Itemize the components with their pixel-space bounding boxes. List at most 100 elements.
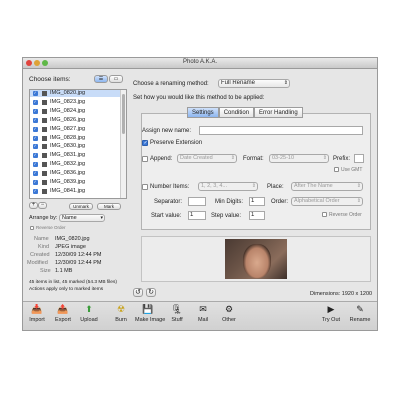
preserve-extension-checkbox[interactable] — [142, 140, 148, 146]
file-list[interactable]: IMG_0820.jpg IMG_0823.jpg IMG_0824.jpg IMG_… — [29, 89, 127, 199]
mark-checkbox[interactable] — [33, 90, 38, 96]
min-digits-label: Min Digits: — [215, 199, 244, 205]
window-title: Photo A.K.A. — [182, 59, 218, 65]
list-item[interactable]: IMG_0832.jpg — [30, 161, 126, 168]
min-digits-input[interactable]: 1 — [249, 197, 265, 206]
list-item[interactable]: IMG_0824.jpg — [30, 108, 126, 115]
list-item[interactable]: IMG_0823.jpg — [30, 99, 126, 106]
make-image-button[interactable]: 💾 Make Image — [135, 304, 165, 323]
mark-checkbox[interactable] — [33, 161, 38, 168]
prefix-label: Prefix: — [333, 156, 351, 162]
title-bar: Photo A.K.A. — [23, 58, 377, 69]
step-value-input[interactable]: 1 — [249, 211, 265, 220]
export-button[interactable]: 📤 Export — [50, 304, 76, 323]
number-items-checkbox[interactable] — [142, 184, 148, 190]
mark-checkbox[interactable] — [33, 170, 38, 177]
rotate-left-button[interactable]: ↺ — [133, 288, 143, 297]
list-view-button[interactable]: ☰ — [94, 75, 108, 83]
file-name: IMG_0820.jpg — [50, 90, 86, 96]
upload-button[interactable]: ⬆ Upload — [76, 304, 102, 323]
file-thumbnail-icon — [42, 135, 47, 141]
add-button[interactable]: + — [29, 202, 38, 209]
import-icon: 📥 — [31, 304, 43, 314]
info-modified-value: 12/30/09 12:44 PM — [55, 260, 102, 266]
list-item[interactable]: IMG_0820.jpg — [30, 90, 126, 98]
mark-checkbox[interactable] — [33, 188, 38, 194]
number-items-label: Number Items: — [150, 184, 190, 190]
number-items-select[interactable]: 1, 2, 3, 4... ⇕ — [198, 182, 258, 191]
list-item[interactable]: IMG_0841.jpg — [30, 188, 126, 195]
mark-checkbox[interactable] — [33, 152, 38, 159]
list-item[interactable]: IMG_0836.jpg — [30, 170, 126, 177]
chevron-down-icon: ▾ — [100, 215, 103, 221]
separator-input[interactable] — [188, 197, 206, 206]
info-kind-value: JPEG image — [55, 244, 86, 250]
icon-view-button[interactable]: ▭ — [109, 75, 123, 83]
applied-instruction: Set how you would like this method to be… — [133, 95, 265, 101]
list-item[interactable]: IMG_0839.jpg — [30, 179, 126, 186]
file-name: IMG_0836.jpg — [50, 170, 86, 177]
list-item[interactable]: IMG_0828.jpg — [30, 135, 126, 142]
stuff-button[interactable]: 🗜 Stuff — [164, 304, 190, 323]
prefix-input[interactable] — [354, 154, 364, 163]
assign-name-input[interactable] — [199, 126, 363, 135]
assign-name-label: Assign new name: — [142, 128, 192, 134]
info-created-label: Created — [30, 252, 50, 258]
burn-button[interactable]: ☢ Burn — [108, 304, 134, 323]
format-select[interactable]: 03-25-10 ⇕ — [269, 154, 329, 163]
list-item[interactable]: IMG_0830.jpg — [30, 143, 126, 150]
file-thumbnail-icon — [42, 126, 47, 132]
mark-checkbox[interactable] — [33, 117, 38, 123]
tab-error-handling[interactable]: Error Handling — [254, 107, 303, 118]
file-name: IMG_0827.jpg — [50, 125, 86, 132]
list-item[interactable]: IMG_0831.jpg — [30, 152, 126, 159]
rename-button[interactable]: ✎ Rename — [347, 304, 373, 323]
info-created-value: 12/30/09 12:44 PM — [55, 252, 102, 258]
chevron-updown-icon: ⇕ — [356, 183, 361, 189]
mark-checkbox[interactable] — [33, 135, 38, 141]
mail-icon: ✉ — [199, 304, 207, 314]
list-item[interactable]: IMG_0826.jpg — [30, 117, 126, 124]
other-button[interactable]: ⚙ Other — [216, 304, 242, 323]
start-value-input[interactable]: 1 — [188, 211, 206, 220]
upload-icon: ⬆ — [85, 304, 93, 314]
order-select[interactable]: Alphabetical Order ⇕ — [291, 197, 363, 206]
order-value: Alphabetical Order — [294, 198, 340, 204]
info-name-value: IMG_0820.jpg — [55, 236, 90, 242]
mark-checkbox[interactable] — [33, 126, 38, 132]
tab-condition[interactable]: Condition — [218, 107, 255, 118]
list-item[interactable]: IMG_0827.jpg — [30, 126, 126, 133]
rotate-right-button[interactable]: ↻ — [146, 288, 156, 297]
append-checkbox[interactable] — [142, 156, 148, 162]
import-button[interactable]: 📥 Import — [24, 304, 50, 323]
scroll-thumb[interactable] — [122, 94, 125, 134]
mark-button[interactable]: Mark — [97, 203, 121, 210]
chevron-updown-icon: ⇕ — [230, 155, 235, 161]
unmark-button[interactable]: Unmark — [69, 203, 93, 210]
use-gmt-label: Use GMT — [341, 167, 363, 173]
reverse-order-checkbox-left[interactable] — [30, 226, 34, 230]
append-select[interactable]: Date Created ⇕ — [177, 154, 237, 163]
photo-face — [243, 244, 271, 278]
info-name-label: Name — [34, 236, 49, 242]
renaming-method-select[interactable]: Full Rename ⇕ — [218, 79, 290, 88]
preview-area — [141, 236, 371, 282]
remove-button[interactable]: − — [38, 202, 47, 209]
arrange-by-select[interactable]: Name ▾ — [59, 214, 105, 222]
use-gmt-checkbox[interactable] — [334, 167, 339, 172]
file-list-scrollbar[interactable] — [120, 90, 126, 198]
mail-button[interactable]: ✉ Mail — [190, 304, 216, 323]
tab-settings[interactable]: Settings — [187, 107, 219, 118]
mark-checkbox[interactable] — [33, 143, 38, 150]
mark-checkbox[interactable] — [33, 99, 38, 105]
place-select[interactable]: After The Name ⇕ — [291, 182, 363, 191]
reverse-order-checkbox[interactable] — [322, 212, 327, 217]
choose-items-label: Choose items: — [29, 76, 71, 83]
file-name: IMG_0824.jpg — [50, 107, 86, 114]
disk-image-icon: 💾 — [142, 304, 154, 314]
chevron-updown-icon: ⇕ — [356, 198, 361, 204]
mark-checkbox[interactable] — [33, 179, 38, 185]
try-out-button[interactable]: ▶ Try Out — [318, 304, 344, 323]
mark-checkbox[interactable] — [33, 108, 38, 114]
chevron-updown-icon: ⇕ — [251, 183, 256, 189]
